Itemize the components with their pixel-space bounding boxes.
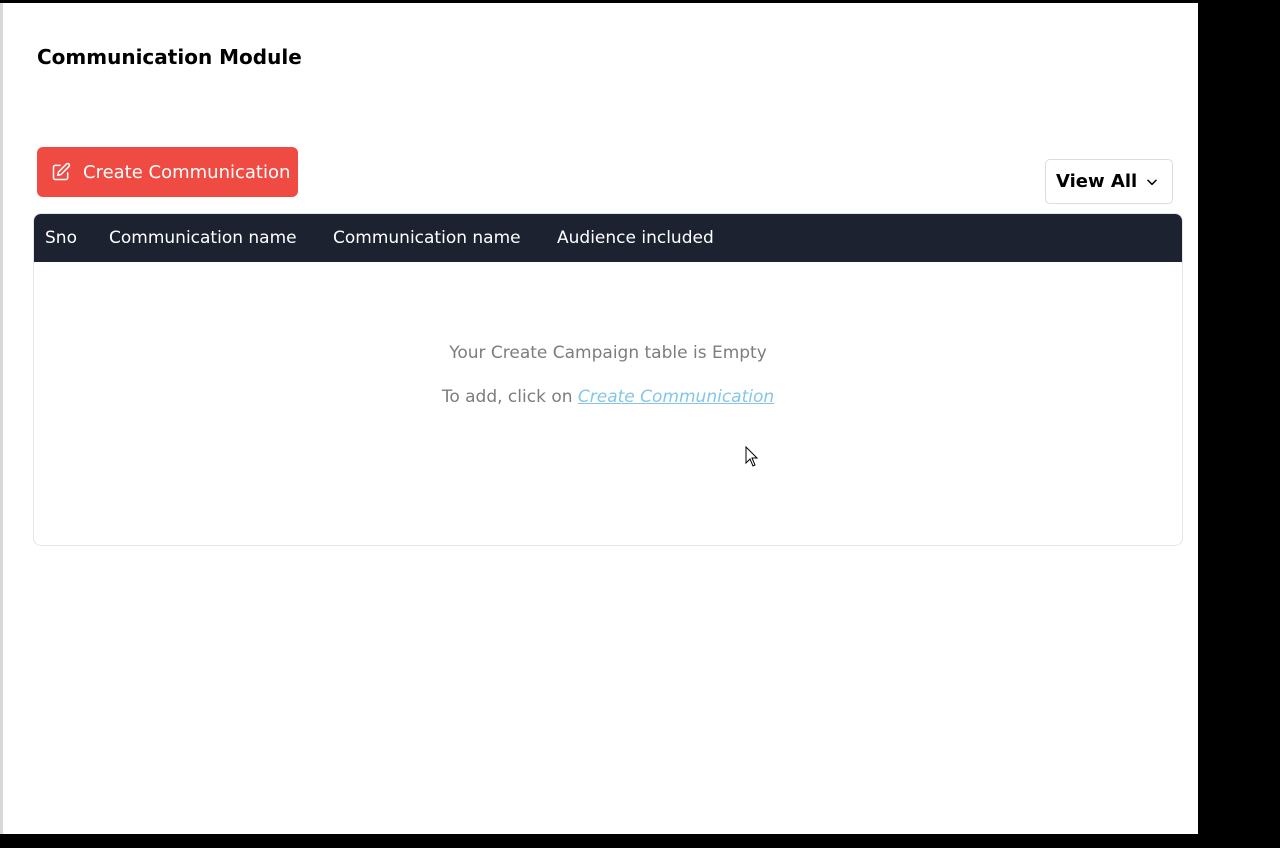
mouse-cursor-icon	[745, 446, 759, 467]
column-header-communication-name-2[interactable]: Communication name	[333, 228, 521, 248]
table-header: Sno Communication name Communication nam…	[34, 214, 1182, 262]
view-all-label: View All	[1056, 171, 1138, 192]
page-title: Communication Module	[37, 45, 302, 69]
view-all-dropdown[interactable]: View All	[1045, 159, 1173, 204]
empty-state-hint: To add, click on Create Communication	[34, 387, 1182, 407]
create-communication-label: Create Communication	[83, 161, 291, 183]
column-header-audience-included[interactable]: Audience included	[557, 228, 714, 248]
edit-icon	[51, 162, 71, 182]
communication-table: Sno Communication name Communication nam…	[33, 213, 1183, 546]
page-container: Communication Module Create Communicatio…	[0, 3, 1198, 834]
empty-state-message: Your Create Campaign table is Empty	[449, 343, 767, 363]
empty-state-hint-prefix: To add, click on	[441, 387, 578, 407]
create-communication-button[interactable]: Create Communication	[37, 147, 298, 197]
column-header-communication-name[interactable]: Communication name	[109, 228, 297, 248]
create-communication-link[interactable]: Create Communication	[578, 387, 774, 407]
column-header-sno[interactable]: Sno	[45, 228, 77, 248]
chevron-down-icon	[1145, 175, 1159, 189]
